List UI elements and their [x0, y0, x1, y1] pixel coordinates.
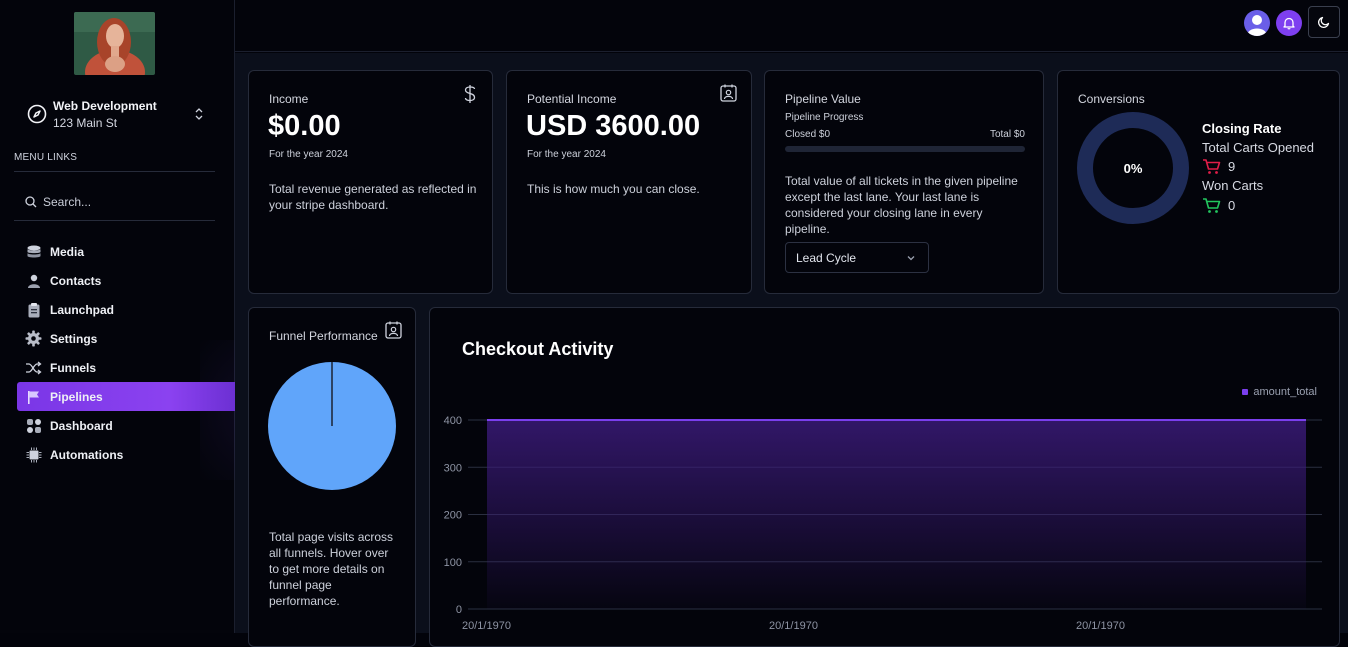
card-label: Pipeline Value — [785, 92, 861, 106]
search-input[interactable] — [43, 195, 203, 209]
potential-income-card: Potential Income USD 3600.00 For the yea… — [506, 70, 752, 294]
y-tick-label: 200 — [444, 510, 462, 522]
sidebar-item-label: Launchpad — [50, 302, 115, 317]
chevron-up-down-icon — [195, 108, 203, 120]
potential-income-period: For the year 2024 — [527, 149, 606, 160]
theme-toggle-button[interactable] — [1308, 6, 1340, 38]
sidebar: Web Development 123 Main St MENU LINKS M… — [0, 0, 260, 633]
potential-income-value: USD 3600.00 — [526, 110, 701, 142]
notifications-button[interactable] — [1276, 10, 1302, 36]
gear-icon — [25, 330, 42, 347]
flag-icon — [25, 388, 42, 405]
card-label: Income — [269, 92, 309, 106]
divider — [14, 220, 215, 221]
database-icon — [25, 243, 42, 260]
income-card: Income $0.00 For the year 2024 Total rev… — [248, 70, 493, 294]
person-icon — [25, 272, 42, 289]
card-label: Potential Income — [527, 92, 617, 106]
won-carts-row: 0 — [1202, 197, 1235, 214]
x-tick-label: 20/1/1970 — [769, 620, 818, 632]
y-tick-label: 0 — [456, 604, 462, 616]
pipeline-closed: Closed $0 — [785, 129, 831, 140]
cart-icon — [1203, 159, 1221, 174]
y-tick-label: 100 — [444, 557, 462, 569]
legend-label: amount_total — [1253, 386, 1317, 398]
carts-opened-row: 9 — [1202, 158, 1235, 175]
moon-icon — [1317, 16, 1330, 29]
grid-icon — [25, 417, 42, 434]
y-tick-label: 300 — [444, 462, 462, 474]
conversion-donut-chart: 0% — [1077, 112, 1189, 224]
pipeline-progress-label: Pipeline Progress — [785, 112, 864, 123]
shuffle-icon — [25, 359, 42, 376]
sidebar-item-label: Automations — [50, 447, 124, 462]
pipeline-total: Total $0 — [989, 129, 1025, 140]
pipeline-description: Total value of all tickets in the given … — [785, 174, 1018, 236]
logo-image[interactable] — [74, 12, 155, 75]
account-switcher[interactable]: Web Development 123 Main St — [14, 96, 220, 132]
legend-swatch — [1242, 389, 1249, 395]
pipeline-select-value: Lead Cycle — [796, 250, 857, 265]
series-area — [487, 420, 1306, 609]
sidebar-item-launchpad[interactable]: Launchpad — [17, 295, 235, 324]
conversions-card: Conversions 0% Closing Rate Total Carts … — [1057, 70, 1340, 294]
conversion-percent: 0% — [1124, 161, 1143, 176]
y-tick-label: 400 — [444, 415, 462, 427]
pipeline-progress-bar — [785, 146, 1025, 152]
pipeline-select[interactable]: Lead Cycle — [785, 242, 929, 273]
funnel-performance-card: Funnel Performance Total page visits acr… — [248, 307, 416, 647]
search-icon — [25, 196, 37, 208]
divider — [14, 171, 215, 172]
checkout-area-chart[interactable]: 0 100 200 300 400 20/1/1970 20/1/1970 20/1/1970 — [430, 398, 1335, 633]
sidebar-item-label: Media — [50, 244, 85, 259]
sidebar-item-label: Settings — [50, 331, 98, 346]
won-carts-count: 0 — [1228, 198, 1236, 213]
account-address: 123 Main St — [53, 115, 118, 130]
contact-badge-icon — [720, 84, 737, 102]
compass-icon — [27, 104, 47, 124]
funnel-pie-chart[interactable] — [267, 361, 397, 491]
contact-badge-icon — [385, 321, 402, 339]
won-carts-label: Won Carts — [1202, 178, 1264, 193]
chart-title: Checkout Activity — [462, 339, 614, 359]
main-content: Income $0.00 For the year 2024 Total rev… — [235, 53, 1348, 647]
user-avatar[interactable] — [1244, 10, 1270, 36]
sidebar-item-label: Pipelines — [50, 389, 103, 404]
funnel-description: Total page visits across all funnels. Ho… — [269, 530, 394, 608]
cart-icon — [1203, 198, 1221, 213]
account-name: Web Development — [53, 98, 157, 113]
income-period: For the year 2024 — [269, 149, 348, 160]
clipboard-icon — [25, 301, 42, 318]
pipeline-value-card: Pipeline Value Pipeline Progress Closed … — [764, 70, 1044, 294]
sidebar-item-label: Dashboard — [50, 418, 113, 433]
sidebar-item-label: Funnels — [50, 360, 97, 375]
dollar-icon — [464, 85, 476, 103]
top-bar — [235, 0, 1348, 52]
checkout-activity-card: Checkout Activity amount_total 0 100 200 30… — [429, 307, 1340, 647]
chip-icon — [25, 446, 42, 463]
x-tick-label: 20/1/1970 — [462, 620, 511, 632]
income-value: $0.00 — [268, 110, 341, 142]
x-tick-label: 20/1/1970 — [1076, 620, 1125, 632]
chart-legend[interactable]: amount_total — [1242, 386, 1317, 398]
bell-icon — [1283, 17, 1295, 30]
chevron-down-icon — [907, 256, 915, 261]
potential-income-description: This is how much you can close. — [527, 182, 700, 196]
card-label: Funnel Performance — [269, 329, 378, 343]
carts-opened-label: Total Carts Opened — [1202, 140, 1315, 155]
sidebar-item-label: Contacts — [50, 273, 102, 288]
sidebar-search[interactable] — [14, 192, 215, 212]
menu-links-heading: MENU LINKS — [14, 152, 78, 163]
sidebar-item-media[interactable]: Media — [17, 237, 235, 266]
card-label: Conversions — [1078, 92, 1145, 106]
closing-rate-heading: Closing Rate — [1202, 121, 1282, 136]
income-description: Total revenue generated as reflected in … — [269, 182, 477, 212]
sidebar-item-contacts[interactable]: Contacts — [17, 266, 235, 295]
carts-opened-count: 9 — [1228, 159, 1236, 174]
